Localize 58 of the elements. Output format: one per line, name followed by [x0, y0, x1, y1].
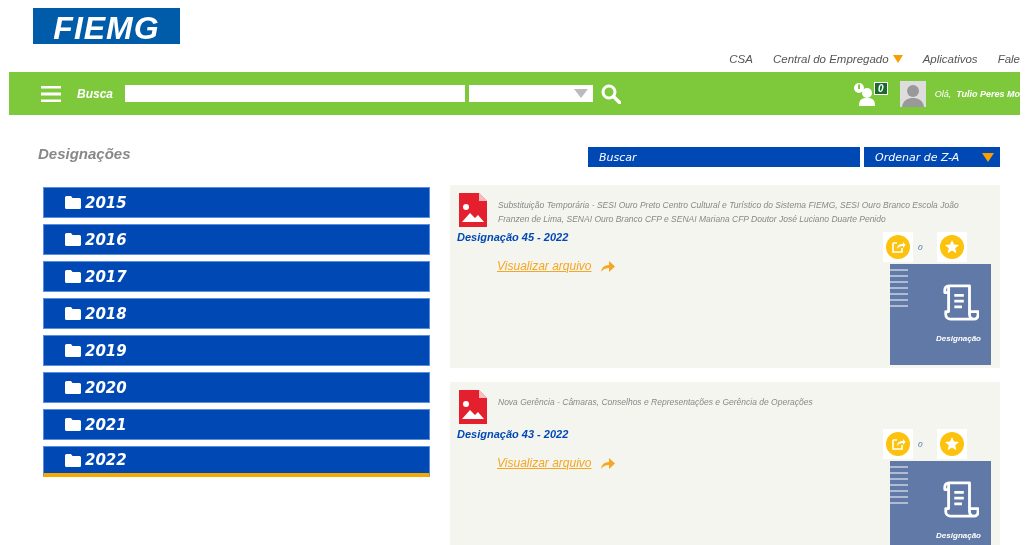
- search-button[interactable]: Buscar: [588, 147, 860, 167]
- search-label: Busca: [77, 86, 114, 101]
- nav-link[interactable]: Aplicativos: [922, 52, 978, 65]
- year-folder[interactable]: 2020: [43, 372, 430, 403]
- nav-link[interactable]: CSA: [729, 52, 753, 65]
- caret-icon: [982, 152, 994, 162]
- search-field[interactable]: [125, 85, 466, 102]
- document-title[interactable]: Designação 45 - 2022: [457, 231, 569, 243]
- sort-dropdown[interactable]: Ordenar de Z-A: [864, 147, 1000, 167]
- year-folder[interactable]: 2017: [43, 261, 430, 292]
- folder-icon: [65, 381, 81, 394]
- notification-badge: 0: [874, 82, 888, 95]
- search-icon[interactable]: [601, 83, 622, 104]
- share-icon[interactable]: [883, 232, 913, 262]
- year-folder[interactable]: 2018: [43, 298, 430, 329]
- image-file-icon: [459, 390, 487, 424]
- thumbnail-label: Designação: [936, 531, 981, 540]
- lines-icon: [890, 269, 908, 309]
- document-title[interactable]: Designação 43 - 2022: [457, 428, 569, 440]
- scroll-icon: [941, 479, 979, 521]
- folder-icon: [65, 196, 81, 209]
- avatar[interactable]: [899, 80, 926, 107]
- scroll-icon: [941, 282, 979, 324]
- year-folder[interactable]: 2022: [43, 446, 430, 477]
- folder-icon: [65, 418, 81, 431]
- document-thumbnail[interactable]: Designação: [890, 264, 991, 365]
- favorite-star-icon[interactable]: [937, 232, 968, 262]
- menu-icon[interactable]: [41, 85, 61, 102]
- folder-icon: [65, 307, 81, 320]
- folder-icon: [65, 344, 81, 357]
- lines-icon: [890, 466, 908, 506]
- category-select[interactable]: [469, 85, 594, 102]
- document-thumbnail[interactable]: Designação: [890, 461, 991, 545]
- document-description: Nova Gerência - Câmaras, Conselhos e Representações e Gerência de Operações: [498, 396, 814, 409]
- folder-icon: [65, 233, 81, 246]
- caret-icon: [892, 54, 903, 63]
- year-folder[interactable]: 2016: [43, 224, 430, 255]
- caret-icon: [574, 89, 589, 98]
- user-alert-icon[interactable]: [853, 81, 876, 106]
- share-icon[interactable]: [883, 429, 913, 459]
- logo[interactable]: FIEMG: [33, 8, 180, 44]
- thumbnail-label: Designação: [936, 334, 981, 343]
- year-folder[interactable]: 2015: [43, 187, 430, 218]
- favorite-star-icon[interactable]: [937, 429, 968, 459]
- image-file-icon: [459, 193, 487, 227]
- share-arrow-icon: [600, 260, 615, 272]
- nav-link[interactable]: Central do Empregado: [772, 52, 903, 65]
- year-folder[interactable]: 2021: [43, 409, 430, 440]
- folder-icon: [65, 453, 81, 467]
- greeting: Olá,: [934, 88, 952, 99]
- document-description: Substituição Temporária - SESI Ouro Preto Centro Cultural e Turístico do Sistema FIEMG, SESI Ouro Branco Escola João Franzen de Lima, SENAI Ouro Branco CFP e SENAI Mariana CFP Doutor José Luciano Duarte Penido: [498, 199, 960, 226]
- folder-icon: [65, 270, 81, 283]
- year-folder[interactable]: 2019: [43, 335, 430, 366]
- page-title: Designações: [38, 145, 132, 162]
- share-count: 0: [918, 439, 923, 449]
- nav-link[interactable]: Fale: [997, 52, 1020, 65]
- share-arrow-icon: [600, 457, 615, 469]
- share-count: 0: [918, 242, 923, 252]
